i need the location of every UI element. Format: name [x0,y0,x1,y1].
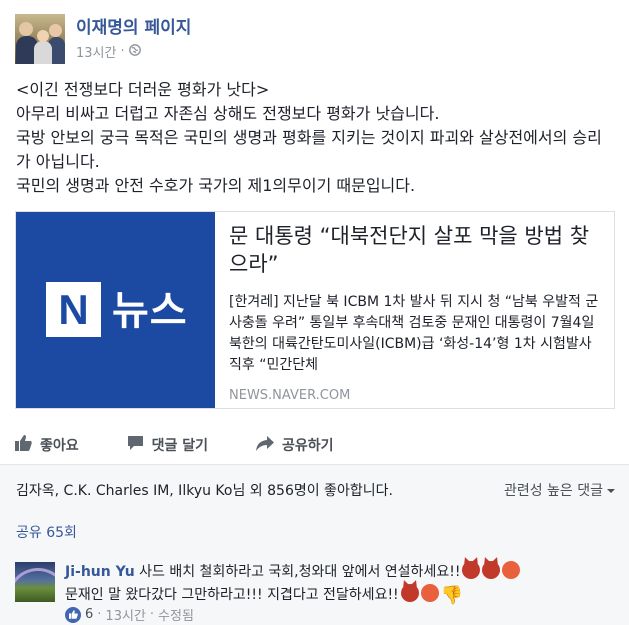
post-line: <이긴 전쟁보다 더러운 평화가 낫다> [16,80,270,99]
shares-row: 공유 65회 [0,511,629,547]
comment-timestamp[interactable]: 13시간 [105,605,145,624]
share-icon [256,435,275,455]
commenter-avatar[interactable] [15,562,55,602]
angry-emoji-icon [502,561,521,579]
like-button[interactable]: 좋아요 [15,435,79,455]
post-line: 국민의 생명과 안전 수호가 국가의 제1의무이기 때문입니다. [16,176,416,195]
devil-emoji-icon [482,561,501,579]
sort-label: 관련성 높은 댓글 [503,483,603,499]
likes-summary-row: 김자옥, C.K. Charles IM, Ilkyu Ko님 외 856명이 … [0,465,629,511]
comment-label: 댓글 달기 [151,438,209,454]
post-actions: 좋아요 댓글 달기 공유하기 [15,435,615,455]
thumbs-down-emoji-icon: 👎 [440,585,464,606]
link-description: [한겨레] 지난달 북 ICBM 1차 발사 뒤 지시 청 “남북 우발적 군사… [229,294,599,373]
naver-n-logo: N [46,282,101,337]
comment-sort-dropdown[interactable]: 관련성 높은 댓글 [504,480,615,500]
news-logo-text: 뉴스 [112,288,188,334]
page-avatar[interactable] [15,14,65,64]
post-line: 국방 안보의 궁극 목적은 국민의 생명과 평화를 지키는 것이지 파괴와 살상… [16,128,602,171]
comment-text-line-1: 사드 배치 철회하라고 국회,청와대 앞에서 연설하세요!! [139,564,461,580]
devil-emoji-icon [400,584,419,602]
post-timestamp[interactable]: 13시간 [76,42,116,61]
comment-text-line-2: 문재인 말 왔다갔다 그만하라고!!! 지겹다고 전달하세요!! [65,587,399,603]
comment-icon [127,435,144,455]
like-label: 좋아요 [40,438,79,454]
naver-news-thumbnail[interactable]: N 뉴스 [16,212,215,408]
commenter-name[interactable]: Ji-hun Yu [65,564,135,580]
meta-separator: · [149,607,155,622]
meta-separator: · [120,44,125,59]
angry-emoji-icon [420,584,439,602]
like-reaction-icon[interactable] [65,606,81,623]
shares-count-link[interactable]: 공유 65회 [16,522,77,542]
comment-meta: 6 · 13시간 · 수정됨 [65,605,194,624]
link-card-body[interactable]: 문 대통령 “대북전단지 살포 막을 방법 찾으라” [한겨레] 지난달 북 I… [215,212,614,408]
thumbs-up-icon [15,435,32,455]
post-body: <이긴 전쟁보다 더러운 평화가 낫다> 아무리 비싸고 더럽고 자존심 상해도… [16,78,616,198]
comment-body: Ji-hun Yu 사드 배치 철회하라고 국회,청와대 앞에서 연설하세요!!… [65,561,615,607]
edited-label[interactable]: 수정됨 [158,605,194,624]
globe-icon[interactable] [128,43,141,60]
likes-summary[interactable]: 김자옥, C.K. Charles IM, Ilkyu Ko님 외 856명이 … [16,480,393,500]
meta-separator: · [97,607,102,622]
link-preview-card[interactable]: N 뉴스 문 대통령 “대북전단지 살포 막을 방법 찾으라” [한겨레] 지난… [15,211,615,409]
caret-down-icon [607,482,615,498]
comment-like-count[interactable]: 6 [85,607,93,622]
page-name-link[interactable]: 이재명의 페이지 [76,13,191,38]
share-button[interactable]: 공유하기 [256,435,334,455]
share-label: 공유하기 [282,438,334,454]
post-line: 아무리 비싸고 더럽고 자존심 상해도 전쟁보다 평화가 낫습니다. [16,104,440,123]
link-source: NEWS.NAVER.COM [229,388,351,403]
devil-emoji-icon [462,561,481,579]
link-title[interactable]: 문 대통령 “대북전단지 살포 막을 방법 찾으라” [229,222,600,278]
comment-button[interactable]: 댓글 달기 [127,435,208,455]
post-meta: 13시간 · [76,42,141,61]
